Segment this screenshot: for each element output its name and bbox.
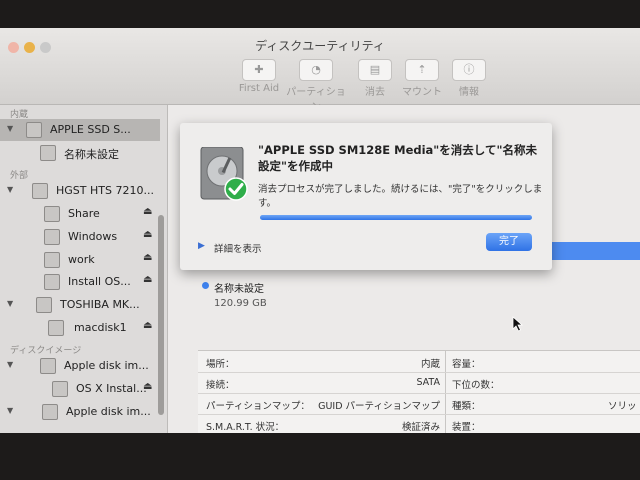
- volume-icon: [52, 381, 68, 397]
- first-aid-label: First Aid: [238, 83, 280, 94]
- sidebar-item-label: macdisk1: [74, 321, 127, 334]
- info-key: 装置：: [452, 422, 481, 433]
- info-key: 容量：: [452, 359, 481, 370]
- disk-image-icon: [40, 358, 56, 374]
- volume-icon: [40, 145, 56, 161]
- disclosure-triangle-icon[interactable]: ▶: [198, 241, 205, 251]
- eject-icon[interactable]: ⏏: [143, 252, 152, 263]
- mount-icon: ⇡: [405, 59, 439, 81]
- volume-icon: [44, 206, 60, 222]
- first-aid-button[interactable]: ✚ First Aid: [229, 59, 289, 94]
- info-row: 場所： 内蔵 容量：: [198, 351, 640, 373]
- info-value: 内蔵: [420, 359, 440, 370]
- sidebar-item-label: Apple disk im...: [66, 405, 151, 418]
- dialog-message: 消去プロセスが完了しました。続けるには、"完了"をクリックします。: [258, 184, 543, 209]
- progress-fill: [260, 215, 532, 220]
- sidebar-item-label: OS X Instal...: [76, 382, 147, 395]
- sidebar-item-apple-ssd[interactable]: ▼ APPLE SSD S...: [0, 119, 160, 141]
- eject-icon[interactable]: ⏏: [143, 229, 152, 240]
- volume-size: 120.99 GB: [214, 298, 267, 309]
- info-value: ソリッ: [608, 401, 637, 412]
- sidebar-item-untitled-volume[interactable]: 名称未設定: [0, 142, 160, 164]
- stethoscope-icon: ✚: [242, 59, 276, 81]
- disclosure-triangle-icon[interactable]: ▼: [7, 360, 13, 369]
- disk-image-icon: [42, 404, 58, 420]
- done-button[interactable]: 完了: [486, 233, 532, 251]
- sidebar-item-work[interactable]: work ⏏: [0, 249, 160, 271]
- info-key: パーティションマップ：: [206, 401, 310, 412]
- sidebar-item-hgst[interactable]: ▼ HGST HTS 7210...: [0, 180, 160, 202]
- info-button[interactable]: ⓘ 情報: [439, 59, 499, 98]
- hard-disk-icon: [200, 147, 248, 201]
- sidebar-item-label: TOSHIBA MK...: [60, 298, 140, 311]
- disk-info-table: 場所： 内蔵 容量： 接続： SATA 下位の数： パーティションマップ： GU…: [198, 350, 640, 433]
- sidebar-item-label: HGST HTS 7210...: [56, 184, 154, 197]
- volume-name: 名称未設定: [214, 284, 264, 295]
- sidebar-item-toshiba[interactable]: ▼ TOSHIBA MK...: [0, 294, 160, 316]
- info-row: 接続： SATA 下位の数：: [198, 372, 640, 394]
- disclosure-triangle-icon[interactable]: ▼: [7, 406, 13, 415]
- sidebar-item-label: Windows: [68, 230, 118, 243]
- hard-disk-icon: [32, 183, 48, 199]
- sidebar-item-os-x-install[interactable]: OS X Instal... ⏏: [0, 378, 160, 400]
- sidebar-item-label: 名称未設定: [64, 148, 119, 161]
- sidebar-item-label: Apple disk im...: [64, 359, 149, 372]
- sidebar-item-windows[interactable]: Windows ⏏: [0, 226, 160, 248]
- info-key: 下位の数：: [452, 380, 500, 391]
- info-row: パーティションマップ： GUID パーティションマップ 種類： ソリッ: [198, 393, 640, 415]
- pie-partition-icon: ◔: [299, 59, 333, 81]
- info-key: 場所：: [206, 359, 235, 370]
- sidebar-item-label: work: [68, 253, 95, 266]
- eject-icon[interactable]: ⏏: [143, 381, 152, 392]
- volume-icon: [44, 252, 60, 268]
- info-value: SATA: [416, 377, 440, 388]
- sidebar-item-label: Share: [68, 207, 100, 220]
- erase-progress-bar: [260, 215, 532, 220]
- disk-utility-window: ディスクユーティリティ ✚ First Aid ◔ パーティション ▤ 消去 ⇡…: [0, 28, 640, 433]
- hard-disk-icon: [26, 122, 42, 138]
- erase-progress-dialog: "APPLE SSD SM128E Media"を消去して"名称未設定"を作成中…: [180, 123, 552, 270]
- sidebar-item-apple-disk-image[interactable]: ▼ Apple disk im...: [0, 355, 160, 377]
- window-title: ディスクユーティリティ: [255, 39, 385, 53]
- erase-icon: ▤: [358, 59, 392, 81]
- eject-icon[interactable]: ⏏: [143, 274, 152, 285]
- eject-icon[interactable]: ⏏: [143, 206, 152, 217]
- sidebar-item-label: APPLE SSD S...: [50, 123, 131, 136]
- sidebar-item-apple-disk-image-2[interactable]: ▼ Apple disk im...: [0, 401, 160, 423]
- disclosure-triangle-icon[interactable]: ▼: [7, 124, 13, 133]
- volume-color-dot: [202, 282, 209, 289]
- volume-icon: [48, 320, 64, 336]
- eject-icon[interactable]: ⏏: [143, 320, 152, 331]
- mouse-cursor-icon: [512, 316, 524, 332]
- info-value: 検証済み: [401, 422, 440, 433]
- info-icon: ⓘ: [452, 59, 486, 81]
- info-key: S.M.A.R.T. 状況：: [206, 422, 285, 433]
- info-label: 情報: [459, 87, 479, 98]
- sidebar-scrollbar[interactable]: [158, 215, 164, 415]
- sidebar-item-share[interactable]: Share ⏏: [0, 203, 160, 225]
- dialog-title: "APPLE SSD SM128E Media"を消去して"名称未設定"を作成中: [258, 143, 537, 173]
- sidebar: 内蔵 ▼ APPLE SSD S... 名称未設定 外部 ▼ HGST HTS …: [0, 105, 168, 433]
- hard-disk-icon: [36, 297, 52, 313]
- sidebar-item-install-os[interactable]: Install OS... ⏏: [0, 271, 160, 293]
- volume-icon: [44, 274, 60, 290]
- volume-icon: [44, 229, 60, 245]
- disclosure-triangle-icon[interactable]: ▼: [7, 185, 13, 194]
- show-details-toggle[interactable]: 詳細を表示: [214, 241, 262, 255]
- sidebar-item-macdisk1[interactable]: macdisk1 ⏏: [0, 317, 160, 339]
- info-key: 種類：: [452, 401, 481, 412]
- info-key: 接続：: [206, 380, 235, 391]
- disclosure-triangle-icon[interactable]: ▼: [7, 299, 13, 308]
- sidebar-item-label: Install OS...: [68, 275, 131, 288]
- info-row: S.M.A.R.T. 状況： 検証済み 装置：: [198, 414, 640, 433]
- window-titlebar: ディスクユーティリティ ✚ First Aid ◔ パーティション ▤ 消去 ⇡…: [0, 28, 640, 113]
- capacity-bar: [550, 242, 640, 260]
- info-value: GUID パーティションマップ: [318, 401, 440, 412]
